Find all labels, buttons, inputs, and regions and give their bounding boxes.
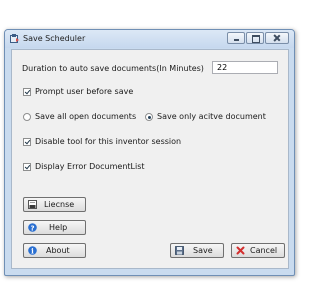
- display-error-label[interactable]: Display Error DocumentList: [35, 162, 145, 171]
- close-button[interactable]: [265, 32, 289, 44]
- help-button[interactable]: ? Help: [23, 220, 86, 235]
- cancel-button[interactable]: Cancel: [231, 243, 285, 258]
- about-button-label: About: [46, 246, 70, 255]
- minimize-button[interactable]: [227, 32, 245, 44]
- prompt-user-label[interactable]: Prompt user before save: [35, 87, 133, 96]
- floppy-disk-icon: [175, 246, 184, 255]
- save-scheduler-window: Save Scheduler Duration to auto save doc…: [4, 29, 295, 276]
- svg-text:i: i: [31, 246, 34, 255]
- info-icon: i: [28, 246, 37, 255]
- save-button[interactable]: Save: [170, 243, 224, 258]
- save-button-label: Save: [193, 246, 213, 255]
- save-all-label[interactable]: Save all open documents: [35, 112, 136, 121]
- cancel-button-label: Cancel: [250, 246, 278, 255]
- prompt-user-checkbox[interactable]: [23, 88, 31, 96]
- save-active-radio[interactable]: [145, 113, 153, 121]
- license-icon: [28, 200, 37, 209]
- svg-text:?: ?: [30, 224, 34, 232]
- title-bar[interactable]: Save Scheduler: [5, 30, 294, 48]
- help-icon: ?: [28, 223, 37, 232]
- duration-input[interactable]: [212, 61, 278, 74]
- license-button[interactable]: Liecnse: [23, 197, 86, 212]
- help-button-label: Help: [49, 223, 68, 232]
- scheduler-icon: [10, 34, 19, 43]
- save-all-radio[interactable]: [23, 113, 31, 121]
- disable-tool-label[interactable]: Disable tool for this inventor session: [35, 137, 181, 146]
- window-title: Save Scheduler: [23, 34, 86, 43]
- dialog-body: Duration to auto save documents(In Minut…: [11, 49, 289, 269]
- maximize-button[interactable]: [246, 32, 264, 44]
- license-button-label: Liecnse: [44, 200, 75, 209]
- cancel-x-icon: [236, 246, 245, 255]
- save-active-label[interactable]: Save only acitve document: [157, 112, 266, 121]
- disable-tool-checkbox[interactable]: [23, 138, 31, 146]
- about-button[interactable]: i About: [23, 243, 86, 258]
- duration-label: Duration to auto save documents(In Minut…: [22, 64, 204, 73]
- display-error-checkbox[interactable]: [23, 163, 31, 171]
